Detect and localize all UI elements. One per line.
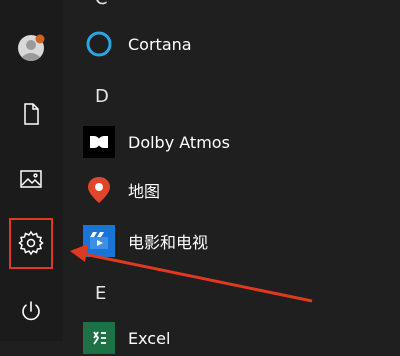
app-item-cortana[interactable]: Cortana [83,26,383,62]
settings-highlight-box [9,218,53,269]
start-rail [0,0,63,341]
map-pin-icon [83,174,115,206]
app-list: C Cortana D Dolby Atmos 地图 [63,0,400,354]
app-label: 电影和电视 [128,233,209,252]
cortana-ring-icon [83,28,115,60]
picture-icon [20,170,42,188]
pictures-button[interactable] [8,156,54,202]
section-letter-e: E [95,283,107,304]
movies-tv-icon [83,225,115,257]
power-icon [22,301,40,321]
power-button[interactable] [8,288,54,334]
documents-button[interactable] [8,91,54,137]
app-label: Excel [128,328,171,348]
avatar-icon [18,34,45,61]
app-label: Cortana [128,34,192,54]
app-label: 地图 [128,182,161,201]
document-icon [24,103,39,125]
app-item-excel[interactable]: Excel [83,320,383,356]
app-item-maps[interactable]: 地图 [83,172,383,208]
section-letter-c: C [95,0,108,9]
excel-icon [83,322,115,354]
section-letter-d: D [95,86,109,107]
app-item-movies-tv[interactable]: 电影和电视 [83,223,383,259]
user-account-button[interactable] [8,25,54,71]
app-item-dolby-atmos[interactable]: Dolby Atmos [83,124,383,160]
dolby-icon [83,126,115,158]
app-label: Dolby Atmos [128,132,230,152]
